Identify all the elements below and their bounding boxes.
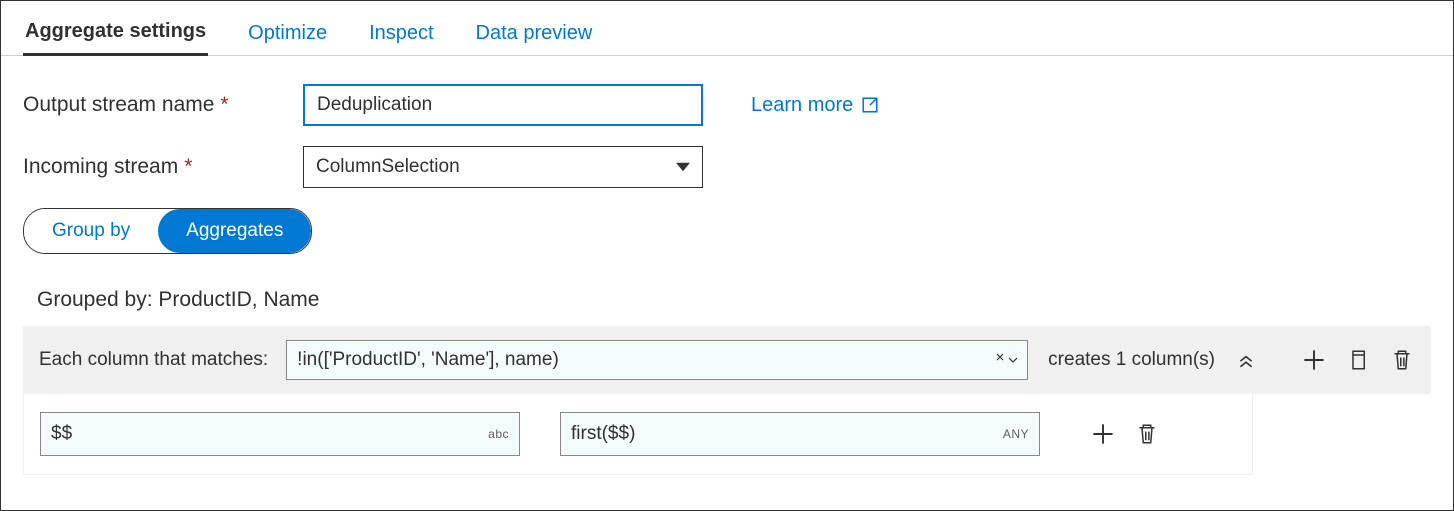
- tab-aggregate-settings[interactable]: Aggregate settings: [23, 20, 208, 56]
- type-badge-abc: abc: [488, 427, 509, 441]
- chevron-down-icon: [676, 160, 690, 174]
- add-column-button[interactable]: [1090, 421, 1116, 447]
- type-badge-any: ANY: [1003, 427, 1029, 441]
- add-pattern-button[interactable]: [1301, 347, 1327, 373]
- output-stream-label: Output stream name*: [23, 93, 303, 117]
- toggle-group-by[interactable]: Group by: [24, 209, 158, 253]
- delete-pattern-button[interactable]: [1389, 347, 1415, 373]
- creates-columns-text: creates 1 column(s): [1048, 349, 1215, 371]
- toggle-aggregates[interactable]: Aggregates: [158, 209, 311, 253]
- collapse-icon[interactable]: [1233, 347, 1259, 373]
- learn-more-link[interactable]: Learn more: [751, 94, 879, 117]
- external-link-icon: [861, 96, 879, 114]
- incoming-stream-label: Incoming stream*: [23, 155, 303, 179]
- clear-dropdown-icon[interactable]: [995, 351, 1017, 369]
- groupby-aggregates-toggle: Group by Aggregates: [23, 208, 312, 254]
- each-column-label: Each column that matches:: [39, 349, 268, 371]
- output-stream-input[interactable]: [303, 84, 703, 126]
- incoming-stream-value: ColumnSelection: [316, 156, 460, 178]
- tab-data-preview[interactable]: Data preview: [474, 22, 595, 55]
- copy-pattern-button[interactable]: [1345, 347, 1371, 373]
- column-name-expression[interactable]: $$ abc: [40, 412, 520, 456]
- match-expression-input[interactable]: !in(['ProductID', 'Name'], name): [286, 340, 1028, 380]
- tab-bar: Aggregate settings Optimize Inspect Data…: [1, 1, 1453, 56]
- column-mapping-row: $$ abc first($$) ANY: [23, 394, 1253, 475]
- column-value-expression[interactable]: first($$) ANY: [560, 412, 1040, 456]
- column-value-expression-value: first($$): [571, 423, 635, 445]
- tab-optimize[interactable]: Optimize: [246, 22, 329, 55]
- tab-inspect[interactable]: Inspect: [367, 22, 435, 55]
- grouped-by-text: Grouped by: ProductID, Name: [37, 288, 1431, 312]
- match-expression-value: !in(['ProductID', 'Name'], name): [297, 349, 559, 371]
- column-pattern-bar: Each column that matches: !in(['ProductI…: [23, 326, 1431, 394]
- column-name-expression-value: $$: [51, 423, 72, 445]
- delete-column-button[interactable]: [1134, 421, 1160, 447]
- incoming-stream-select[interactable]: ColumnSelection: [303, 146, 703, 188]
- learn-more-text: Learn more: [751, 94, 853, 117]
